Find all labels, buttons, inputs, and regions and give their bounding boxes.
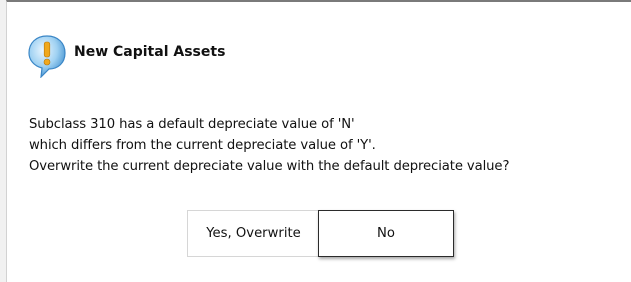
yes-overwrite-button[interactable]: Yes, Overwrite: [187, 210, 319, 257]
dialog-title: New Capital Assets: [74, 44, 226, 60]
message-dialog: New Capital Assets Subclass 310 has a de…: [6, 0, 631, 282]
message-line: Subclass 310 has a default depreciate va…: [29, 117, 355, 132]
no-button[interactable]: No: [318, 210, 454, 257]
info-bubble-icon: [28, 35, 66, 78]
message-line: Overwrite the current depreciate value w…: [29, 159, 510, 174]
dialog-message: Subclass 310 has a default depreciate va…: [29, 114, 509, 177]
message-line: which differs from the current depreciat…: [29, 138, 376, 153]
dialog-buttons: Yes, Overwrite No: [187, 210, 458, 257]
